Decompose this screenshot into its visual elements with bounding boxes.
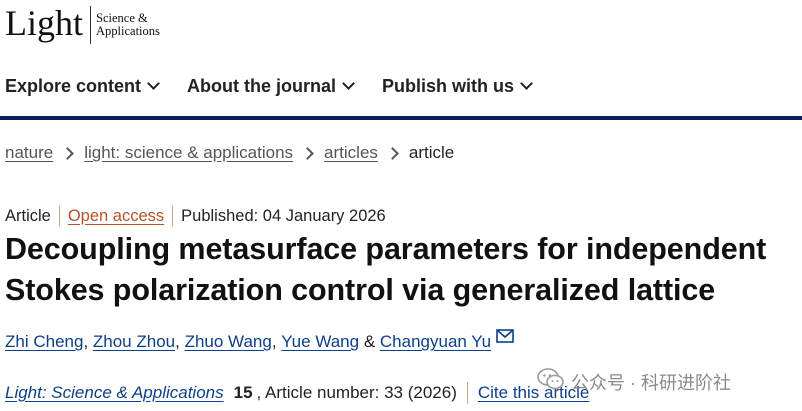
meta-divider <box>172 205 174 227</box>
nav-label: About the journal <box>187 75 337 96</box>
article-type: Article <box>5 206 51 225</box>
logo-subtitle-line2: Applications <box>96 24 160 38</box>
chevron-down-icon <box>342 77 355 90</box>
author-link[interactable]: Yue Wang <box>281 332 359 352</box>
author-separator: , <box>175 332 185 351</box>
author-link[interactable]: Zhi Cheng <box>5 332 83 352</box>
open-access-link[interactable]: Open access <box>68 207 164 226</box>
author-separator: & <box>359 332 380 351</box>
citation-divider <box>466 382 468 404</box>
nav-label: Explore content <box>5 75 142 96</box>
article-title: Decoupling metasurface parameters for in… <box>5 232 767 307</box>
chevron-right-icon <box>61 146 75 160</box>
published-date: Published: 04 January 2026 <box>181 206 386 225</box>
logo-subtitle: Science & Applications <box>96 12 160 38</box>
breadcrumb-articles[interactable]: articles <box>324 143 378 163</box>
nav-explore-content[interactable]: Explore content <box>5 74 160 98</box>
chevron-down-icon <box>520 77 533 90</box>
watermark-text: 公众号 · 科研进阶社 <box>571 372 731 393</box>
breadcrumb-current: article <box>408 143 455 162</box>
journal-logo[interactable]: Light Science & Applications <box>5 4 160 44</box>
nav-divider <box>0 116 802 120</box>
author-link[interactable]: Changyuan Yu <box>380 332 491 352</box>
wechat-icon <box>537 367 565 396</box>
watermark: 公众号 · 科研进阶社 <box>537 367 731 396</box>
article-meta: Article Open access Published: 04 Januar… <box>5 205 386 227</box>
breadcrumb: nature light: science & applications art… <box>5 143 454 163</box>
author-link[interactable]: Zhuo Wang <box>185 332 272 352</box>
email-icon[interactable] <box>496 328 514 348</box>
author-link[interactable]: Zhou Zhou <box>93 332 175 352</box>
breadcrumb-light-science-applications[interactable]: light: science & applications <box>84 143 293 163</box>
logo-wordmark: Light <box>5 3 83 43</box>
chevron-right-icon <box>301 146 314 160</box>
breadcrumb-nature[interactable]: nature <box>5 143 53 163</box>
journal-link[interactable]: Light: Science & Applications <box>5 383 224 403</box>
logo-divider <box>90 6 91 44</box>
author-separator: , <box>271 332 282 351</box>
meta-divider <box>58 205 60 227</box>
volume-number: 15 <box>233 383 253 402</box>
nav-label: Publish with us <box>382 75 515 96</box>
main-nav: Explore content About the journal Publis… <box>5 74 560 98</box>
nav-about-the-journal[interactable]: About the journal <box>187 74 355 98</box>
nav-publish-with-us[interactable]: Publish with us <box>382 74 533 98</box>
article-number: , Article number: 33 (2026) <box>256 383 457 402</box>
chevron-right-icon <box>386 146 399 160</box>
author-list: Zhi Cheng, Zhou Zhou, Zhuo Wang, Yue Wan… <box>5 329 514 352</box>
chevron-down-icon <box>147 77 160 90</box>
citation-line: Light: Science & Applications 15 , Artic… <box>5 382 589 404</box>
author-separator: , <box>83 332 93 351</box>
